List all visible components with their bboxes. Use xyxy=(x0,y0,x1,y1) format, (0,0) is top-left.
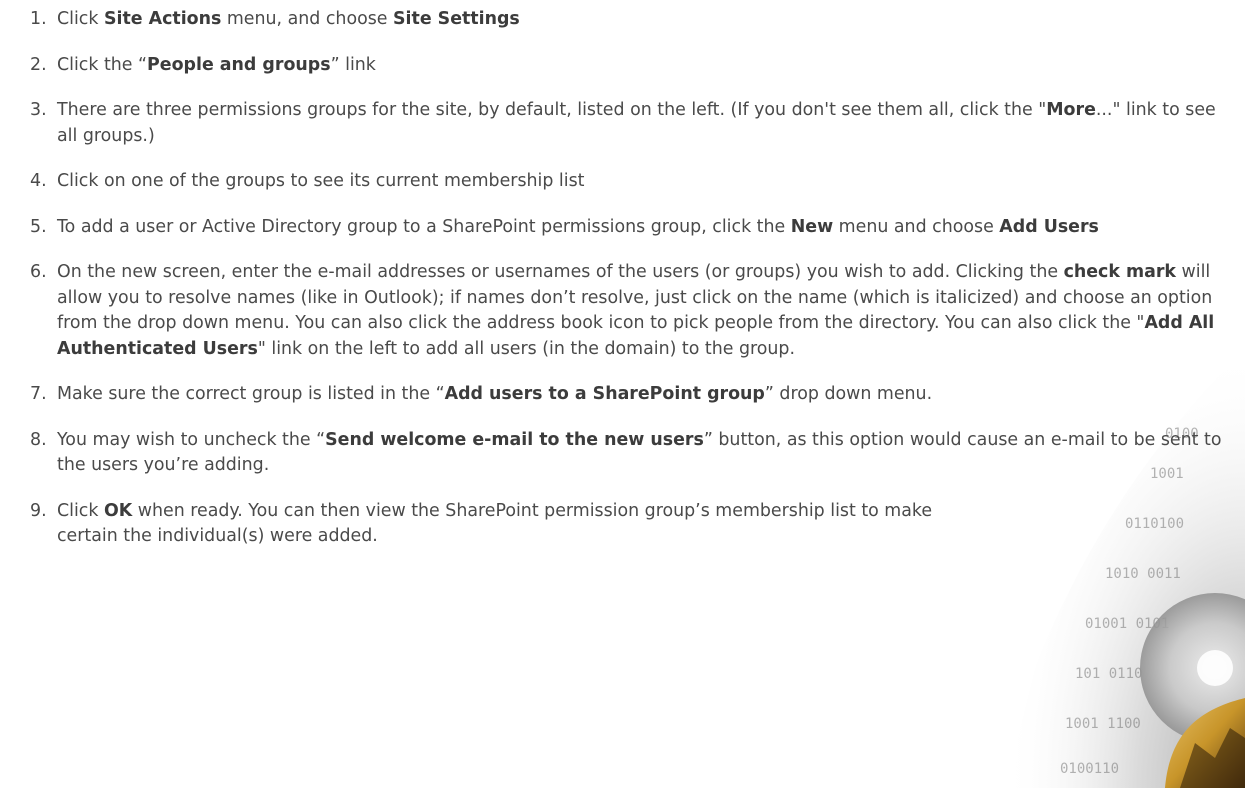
step-text-segment: Click xyxy=(57,500,104,521)
step-number: 2. xyxy=(30,54,47,75)
step-number: 7. xyxy=(30,384,47,404)
step-number: 5. xyxy=(30,216,47,237)
step-text-bold: People and groups xyxy=(147,54,331,75)
step-text-segment: menu and choose xyxy=(833,216,1000,237)
step-item: 5. To add a user or Active Directory gro… xyxy=(30,215,1240,241)
step-text-segment: ” link xyxy=(330,54,376,75)
step-number: 3. xyxy=(30,100,47,120)
step-number: 1. xyxy=(30,9,47,29)
step-item: 4. Click on one of the groups to see its… xyxy=(30,169,1240,195)
step-text-bold: Add Users xyxy=(999,216,1099,237)
step-item: 7. Make sure the correct group is listed… xyxy=(30,382,1042,408)
step-text-segment: There are three permissions groups for t… xyxy=(57,100,1047,120)
svg-text:1001 1100: 1001 1100 xyxy=(1065,716,1141,732)
step-text-segment: You may wish to uncheck the “ xyxy=(57,429,326,450)
instruction-steps-list: 1. Click Site Actions menu, and choose S… xyxy=(30,7,1240,570)
svg-text:101 0110: 101 0110 xyxy=(1075,666,1142,682)
step-text: Click on one of the groups to see its cu… xyxy=(57,169,1240,195)
step-number: 6. xyxy=(30,262,47,282)
step-text-bold: Site Actions xyxy=(103,9,222,29)
step-item: 8. You may wish to uncheck the “Send wel… xyxy=(30,428,1240,479)
svg-text:01001 0101: 01001 0101 xyxy=(1085,616,1169,632)
step-text: Click OK when ready. You can then view t… xyxy=(57,499,957,550)
step-text-segment: To add a user or Active Directory group … xyxy=(57,216,791,237)
step-text: Click the “People and groups” link xyxy=(57,53,1240,79)
step-text-segment: ” drop down menu. xyxy=(764,384,933,404)
step-number: 8. xyxy=(30,429,47,450)
step-item: 2. Click the “People and groups” link xyxy=(30,53,1240,79)
step-number: 4. xyxy=(30,171,47,191)
step-text: To add a user or Active Directory group … xyxy=(57,215,1240,241)
step-text-segment: Click xyxy=(57,9,104,29)
step-item: 3. There are three permissions groups fo… xyxy=(30,98,1240,149)
step-text-bold: OK xyxy=(103,500,133,521)
step-item: 6. On the new screen, enter the e-mail a… xyxy=(30,260,1240,362)
step-text-segment: Click on one of the groups to see its cu… xyxy=(57,171,585,191)
step-text-segment: when ready. You can then view the ShareP… xyxy=(57,500,933,547)
step-text-segment: Click the “ xyxy=(57,54,148,75)
step-number: 9. xyxy=(30,500,47,521)
step-text: Make sure the correct group is listed in… xyxy=(57,382,1042,408)
step-text-segment: Make sure the correct group is listed in… xyxy=(57,384,445,404)
svg-text:0100110: 0100110 xyxy=(1060,761,1119,777)
step-text-bold: More xyxy=(1046,100,1096,120)
step-item: 1. Click Site Actions menu, and choose S… xyxy=(30,7,1240,33)
step-text-bold: New xyxy=(790,216,834,237)
step-text-segment: On the new screen, enter the e-mail addr… xyxy=(57,262,1064,282)
step-text-bold: Site Settings xyxy=(393,9,520,29)
step-text-bold: Add users to a SharePoint group xyxy=(444,384,765,404)
step-text-bold: check mark xyxy=(1063,262,1176,282)
step-text: There are three permissions groups for t… xyxy=(57,98,1240,149)
step-text-bold: Send welcome e-mail to the new users xyxy=(325,429,704,450)
step-text: On the new screen, enter the e-mail addr… xyxy=(57,260,1240,362)
step-text: Click Site Actions menu, and choose Site… xyxy=(57,7,1240,33)
step-item: 9. Click OK when ready. You can then vie… xyxy=(30,499,957,550)
step-text: You may wish to uncheck the “Send welcom… xyxy=(57,428,1240,479)
step-text-segment: " link on the left to add all users (in … xyxy=(257,338,795,359)
step-text-segment: menu, and choose xyxy=(221,9,394,29)
